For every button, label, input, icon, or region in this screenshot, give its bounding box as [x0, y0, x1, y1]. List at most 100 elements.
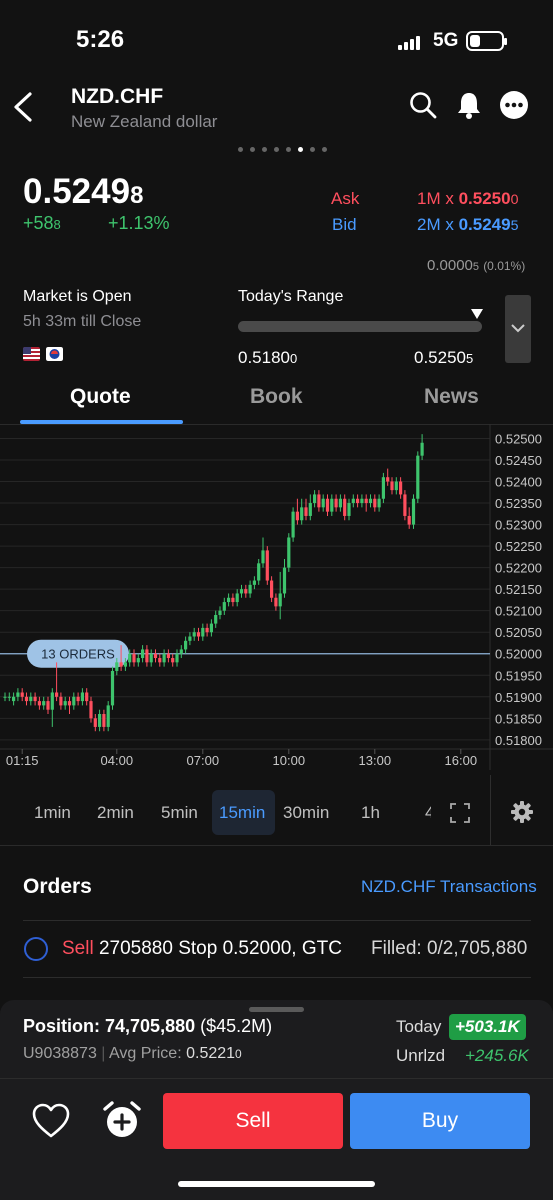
candle-body [381, 477, 385, 499]
candle-body [37, 701, 41, 706]
fullscreen-icon[interactable] [450, 803, 470, 823]
today-label: Today [396, 1017, 442, 1036]
candle-body [132, 653, 136, 663]
candle-body [102, 714, 106, 727]
settings-gear-icon[interactable] [510, 800, 534, 824]
candle-body [222, 602, 226, 611]
candle-body [80, 692, 84, 702]
candle-body [115, 662, 119, 671]
candle-body [33, 696, 37, 702]
flags [23, 347, 63, 361]
unrealized-pnl: +245.6K [465, 1046, 529, 1065]
candle-body [93, 718, 97, 727]
candle-body [24, 696, 29, 702]
candle-body [295, 511, 299, 521]
candle-body [110, 670, 115, 706]
interval-30min[interactable]: 30min [283, 803, 329, 823]
x-tick-label: 04:00 [101, 753, 134, 768]
interval-5min[interactable]: 5min [161, 803, 198, 823]
candle-body [214, 614, 218, 624]
candle-body [119, 662, 123, 667]
candle-body [300, 507, 304, 521]
alarm-add-icon[interactable] [101, 1099, 143, 1141]
candle-body [171, 658, 175, 663]
candle-body [360, 498, 364, 504]
candle-body [55, 692, 59, 697]
candle-body [12, 696, 16, 702]
candle-body [16, 692, 20, 697]
range-bar [238, 321, 482, 332]
candle-body [356, 498, 360, 504]
transactions-link[interactable]: NZD.CHF Transactions [361, 877, 537, 897]
candle-body [98, 714, 102, 727]
range-high: 0.52505 [414, 348, 474, 367]
bell-icon[interactable] [454, 90, 484, 120]
page-indicator [238, 147, 327, 152]
candle-body [248, 584, 252, 594]
candle-body [287, 537, 291, 568]
expand-button[interactable] [505, 295, 531, 363]
candle-body [239, 589, 244, 594]
candle-body [205, 627, 209, 633]
candle-body [158, 658, 162, 663]
candle-body [351, 498, 355, 504]
candle-body [89, 701, 93, 719]
heart-icon[interactable] [31, 1101, 71, 1141]
candle-body [153, 653, 158, 659]
divider [23, 977, 531, 978]
x-tick-label: 16:00 [445, 753, 478, 768]
sell-button[interactable]: Sell [163, 1093, 343, 1149]
y-tick-label: 0.51850 [495, 711, 542, 726]
candle-body [166, 653, 170, 659]
candle-body [179, 649, 183, 654]
candle-body [209, 623, 213, 633]
interval-15min[interactable]: 15min [219, 803, 265, 823]
tab-quote[interactable]: Quote [70, 385, 131, 409]
candle-body [334, 498, 338, 508]
x-tick-label: 10:00 [273, 753, 306, 768]
y-tick-label: 0.52250 [495, 539, 542, 554]
interval-1min[interactable]: 1min [34, 803, 71, 823]
home-indicator[interactable] [178, 1181, 375, 1187]
order-row[interactable]: Sell 2705880 Stop 0.52000, GTC [62, 938, 342, 960]
status-time: 5:26 [76, 26, 125, 53]
battery-icon [466, 31, 507, 51]
interval-1h[interactable]: 1h [361, 803, 380, 823]
candle-body [46, 701, 50, 710]
search-icon[interactable] [408, 90, 438, 120]
x-tick-label: 01:15 [6, 753, 39, 768]
candle-body [72, 696, 76, 706]
candle-body [227, 597, 231, 603]
candle-body [184, 640, 188, 650]
candle-body [7, 696, 11, 698]
y-tick-label: 0.52150 [495, 582, 542, 597]
y-tick-label: 0.52300 [495, 518, 542, 533]
candle-body [76, 696, 80, 702]
candle-body [145, 649, 149, 663]
drag-handle[interactable] [249, 1007, 304, 1012]
candle-body [231, 597, 235, 603]
interval-2min[interactable]: 2min [97, 803, 134, 823]
candle-body [106, 705, 110, 727]
market-status: Market is Open [23, 288, 132, 305]
x-tick-label: 07:00 [187, 753, 220, 768]
y-tick-label: 0.52000 [495, 647, 542, 662]
back-arrow-icon[interactable] [10, 90, 40, 124]
y-tick-label: 0.51800 [495, 733, 542, 748]
candle-body [416, 455, 420, 499]
divider [0, 1078, 553, 1079]
tab-news[interactable]: News [424, 385, 479, 409]
candle-body [270, 580, 274, 598]
buy-button[interactable]: Buy [350, 1093, 530, 1149]
candle-body [235, 593, 239, 603]
candle-body [411, 498, 416, 525]
chevron-down-icon [511, 324, 525, 333]
interval-4h[interactable]: 4 [425, 803, 431, 823]
more-icon[interactable] [499, 90, 529, 120]
candle-body [85, 692, 89, 702]
tab-book[interactable]: Book [250, 385, 303, 409]
y-tick-label: 0.52200 [495, 561, 542, 576]
price-chart[interactable]: 0.52500 0.52450 0.52400 0.52350 0.52300 0.522… [0, 424, 553, 770]
candle-body [196, 632, 201, 637]
bid-label: Bid [332, 215, 357, 234]
